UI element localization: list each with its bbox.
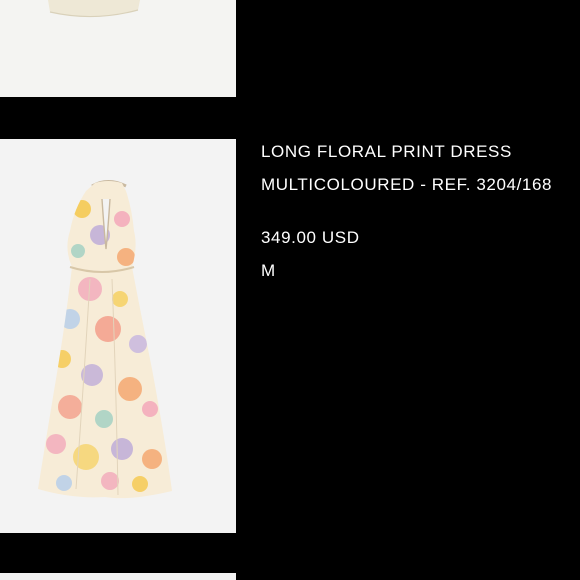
product-color-reference: MULTICOLOURED - REF. 3204/168 bbox=[261, 175, 553, 194]
product-image-main[interactable] bbox=[0, 139, 236, 533]
floral-dress-image bbox=[0, 139, 236, 533]
product-detail-page: LONG FLORAL PRINT DRESS MULTICOLOURED - … bbox=[0, 0, 580, 580]
product-info: LONG FLORAL PRINT DRESS MULTICOLOURED - … bbox=[261, 142, 580, 281]
product-size[interactable]: M bbox=[261, 261, 580, 281]
product-image-previous[interactable] bbox=[0, 0, 236, 97]
product-image-next[interactable] bbox=[0, 573, 236, 580]
product-price: 349.00 USD bbox=[261, 228, 360, 247]
garment-hem-image bbox=[0, 0, 236, 97]
product-name: LONG FLORAL PRINT DRESS bbox=[261, 142, 512, 161]
